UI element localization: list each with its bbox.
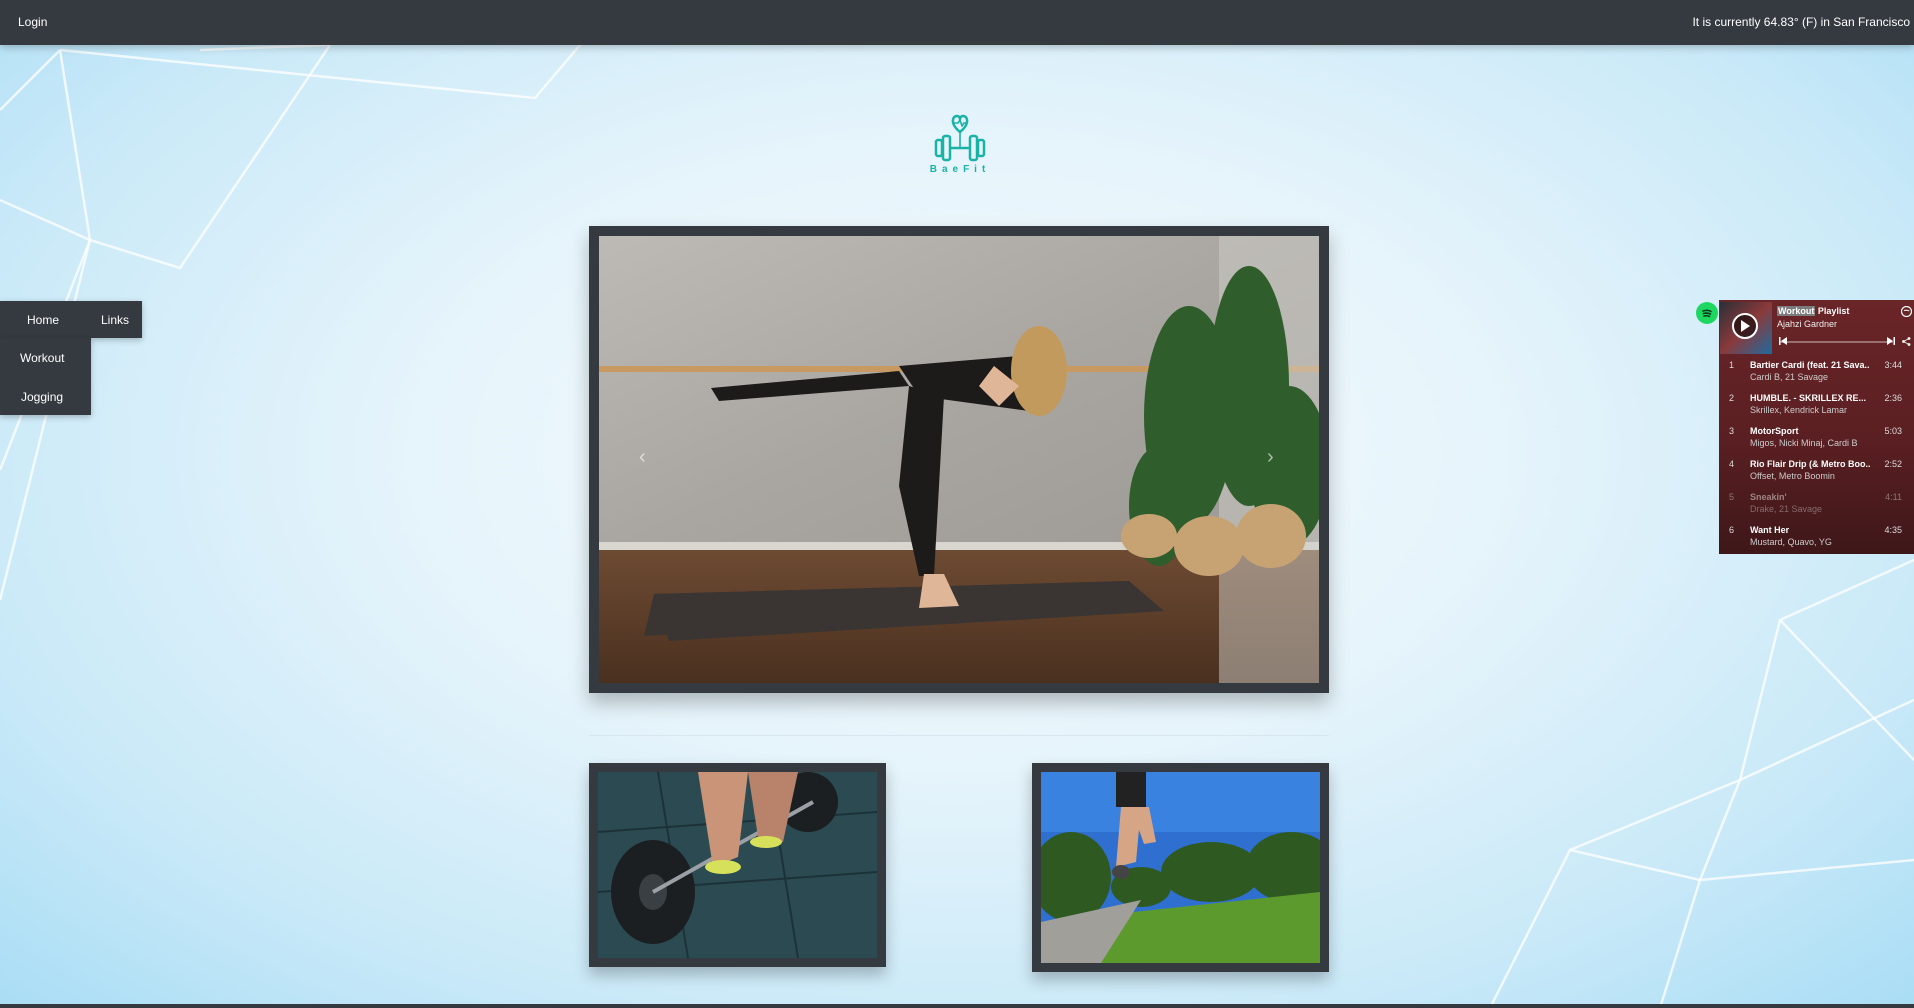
track-number: 1 — [1729, 360, 1735, 370]
carousel-prev-control[interactable]: ‹ — [639, 446, 646, 469]
spotify-logo-icon[interactable] — [1696, 302, 1718, 324]
track-row[interactable]: 5 Sneakin' Drake, 21 Savage 4:11 — [1719, 488, 1914, 521]
play-icon — [1741, 320, 1750, 332]
nav-workout-link[interactable]: Workout — [20, 351, 64, 365]
login-link[interactable]: Login — [18, 15, 47, 29]
nav-home-link[interactable]: Home — [27, 313, 59, 327]
track-list: 1 Bartier Cardi (feat. 21 Sava... Cardi … — [1719, 356, 1914, 554]
track-title: HUMBLE. - SKRILLEX RE... — [1750, 393, 1867, 403]
track-number: 6 — [1729, 525, 1735, 535]
track-artist: Cardi B, 21 Savage — [1750, 372, 1829, 382]
playback-progress-bar[interactable] — [1779, 341, 1893, 343]
track-duration: 2:52 — [1884, 459, 1902, 469]
playlist-owner[interactable]: Ajahzi Gardner — [1777, 319, 1837, 329]
top-navbar: Login It is currently 64.83° (F) in San … — [0, 0, 1914, 45]
track-artist: Offset, Metro Boomin — [1750, 471, 1835, 481]
track-title: Sneakin' — [1750, 492, 1787, 502]
workout-thumbnail[interactable] — [589, 763, 886, 967]
jogging-thumbnail[interactable] — [1032, 763, 1329, 972]
track-artist: Drake, 21 Savage — [1750, 504, 1823, 514]
playlist-title-highlight: Workout — [1777, 306, 1816, 316]
spotify-header: Workout Playlist Ajahzi Gardner — [1719, 300, 1914, 354]
play-button[interactable] — [1732, 313, 1758, 339]
main-carousel: ‹ › — [589, 226, 1329, 693]
share-icon[interactable] — [1902, 337, 1911, 348]
spotify-small-logo-icon[interactable] — [1900, 305, 1913, 319]
side-nav-dropdown: Workout Jogging — [0, 338, 91, 415]
deadlift-photo — [598, 772, 877, 958]
track-row[interactable]: 6 Want Her Mustard, Quavo, YG 4:35 — [1719, 521, 1914, 554]
track-duration: 4:35 — [1884, 525, 1902, 535]
skip-forward-icon[interactable] — [1887, 337, 1895, 347]
track-number: 2 — [1729, 393, 1735, 403]
brand-name: BaeFit — [929, 164, 991, 175]
track-row[interactable]: 2 HUMBLE. - SKRILLEX RE... Skrillex, Ken… — [1719, 389, 1914, 422]
weather-status: It is currently 64.83° (F) in San Franci… — [1692, 15, 1910, 29]
track-row[interactable]: 4 Rio Flair Drip (& Metro Boo... Offset,… — [1719, 455, 1914, 488]
section-divider — [589, 735, 1329, 736]
spotify-playlist-widget: Workout Playlist Ajahzi Gardner 1 Bartie… — [1719, 300, 1914, 554]
track-title: Want Her — [1750, 525, 1790, 535]
track-artist: Skrillex, Kendrick Lamar — [1750, 405, 1848, 415]
side-nav-top: Home Links — [0, 301, 142, 338]
track-title: MotorSport — [1750, 426, 1799, 436]
yoga-pose-photo: ‹ › — [599, 236, 1319, 683]
brand-logo[interactable]: BaeFit — [920, 112, 1000, 178]
track-duration: 2:36 — [1884, 393, 1902, 403]
track-title: Rio Flair Drip (& Metro Boo... — [1750, 459, 1870, 469]
track-title: Bartier Cardi (feat. 21 Sava... — [1750, 360, 1870, 370]
track-row[interactable]: 1 Bartier Cardi (feat. 21 Sava... Cardi … — [1719, 356, 1914, 389]
carousel-next-control[interactable]: › — [1267, 446, 1274, 469]
runner-photo — [1041, 772, 1320, 963]
track-number: 4 — [1729, 459, 1735, 469]
track-artist: Mustard, Quavo, YG — [1750, 537, 1832, 547]
nav-links-link[interactable]: Links — [101, 313, 129, 327]
dumbbell-heart-icon — [934, 114, 986, 162]
track-duration: 3:44 — [1884, 360, 1902, 370]
track-row[interactable]: 3 MotorSport Migos, Nicki Minaj, Cardi B… — [1719, 422, 1914, 455]
track-duration: 4:11 — [1885, 492, 1902, 502]
track-number: 5 — [1729, 492, 1735, 502]
bottom-edge-bar — [0, 1004, 1914, 1008]
track-duration: 5:03 — [1884, 426, 1902, 436]
nav-jogging-link[interactable]: Jogging — [21, 390, 63, 404]
track-number: 3 — [1729, 426, 1735, 436]
playlist-title-rest: Playlist — [1815, 306, 1850, 316]
track-artist: Migos, Nicki Minaj, Cardi B — [1750, 438, 1858, 448]
playlist-title: Workout Playlist — [1777, 306, 1849, 316]
